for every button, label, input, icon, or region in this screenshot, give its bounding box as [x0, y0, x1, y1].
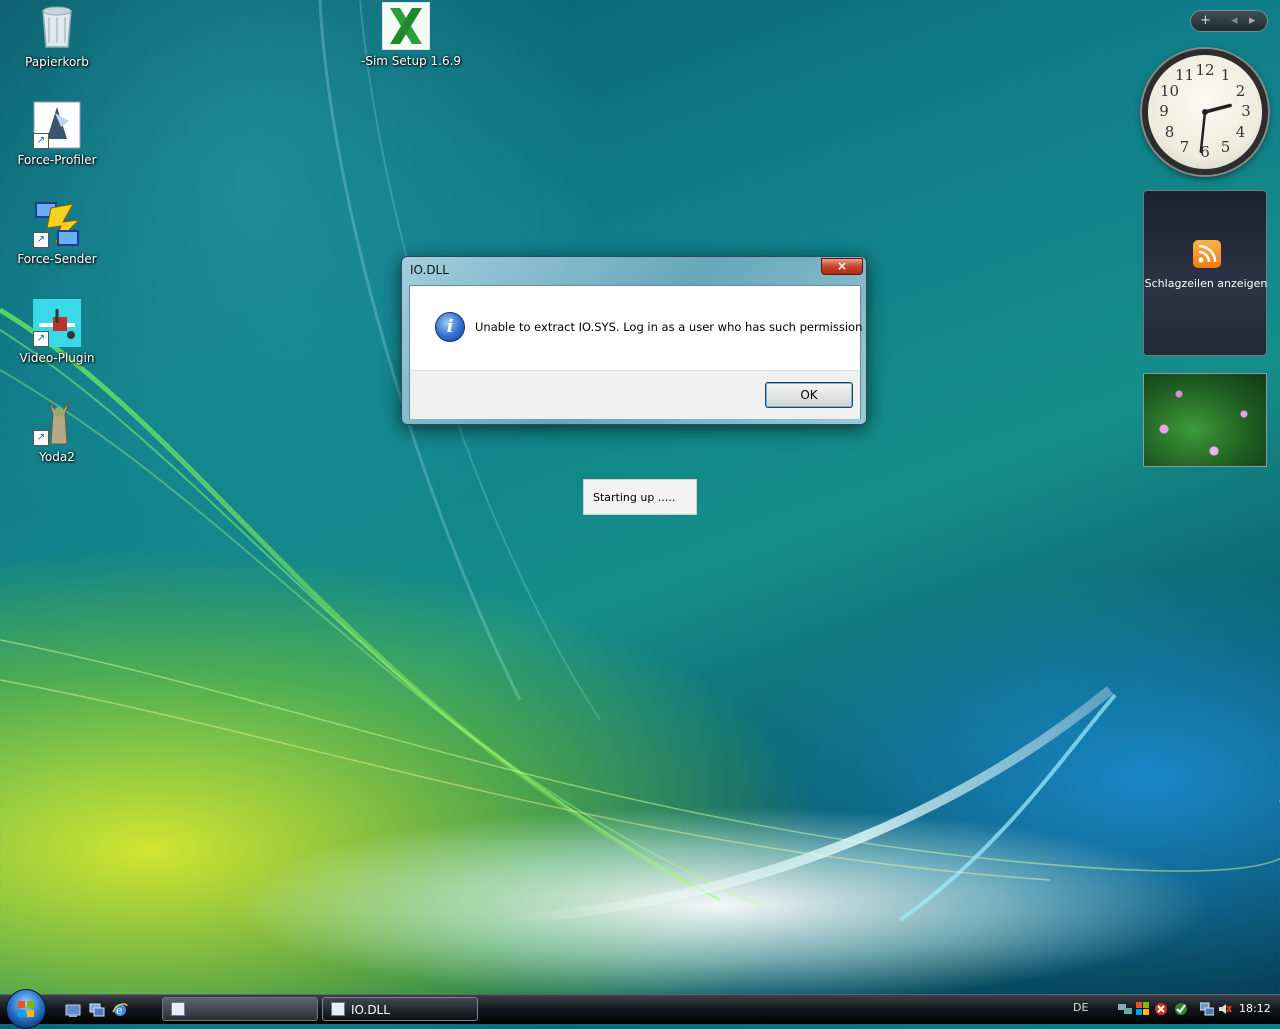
sim-setup-icon: [381, 1, 431, 51]
clock-gadget[interactable]: 12 1 2 3 4 5 6 7 8 9 10 11: [1142, 49, 1268, 175]
add-gadget-button[interactable]: +: [1200, 13, 1211, 28]
internet-explorer-icon[interactable]: e: [112, 1002, 128, 1018]
volume-muted-icon[interactable]: [1218, 1002, 1232, 1016]
desktop-icon-yoda[interactable]: ↗ Yoda2: [12, 398, 102, 464]
gadget-toolbar: + ◂ ▸: [1190, 10, 1268, 32]
windows-flag-tray-icon[interactable]: [1136, 1002, 1150, 1016]
network-sharing-icon[interactable]: [1118, 1002, 1132, 1016]
app-window-icon: [171, 1002, 185, 1016]
dialog-message: Unable to extract IO.SYS. Log in as a us…: [475, 320, 863, 334]
show-desktop-icon[interactable]: [65, 1002, 81, 1018]
taskbar-button-io-dll[interactable]: IO.DLL: [322, 997, 478, 1021]
error-dialog: IO.DLL × i Unable to extract IO.SYS. Log…: [401, 256, 867, 425]
taskbar-button-label: IO.DLL: [351, 1003, 390, 1017]
start-button[interactable]: [6, 989, 46, 1029]
shortcut-arrow-icon: ↗: [33, 430, 49, 446]
desktop-icon-label: Yoda2: [39, 450, 75, 464]
force-sender-icon: ↗: [33, 200, 81, 248]
desktop-icon-label: Video-Plugin: [19, 351, 95, 365]
feed-headlines-gadget[interactable]: Schlagzeilen anzeigen: [1143, 190, 1267, 356]
network-icon[interactable]: [1199, 1002, 1215, 1016]
taskbar-clock[interactable]: 18:12: [1239, 1002, 1271, 1015]
previous-gadget-button[interactable]: ◂: [1231, 13, 1238, 28]
switch-windows-icon[interactable]: [89, 1002, 105, 1018]
video-plugin-icon: ↗: [33, 299, 81, 347]
desktop-icon-video-plugin[interactable]: ↗ Video-Plugin: [12, 299, 102, 365]
rss-icon: [1193, 240, 1221, 268]
desktop-icon-label: Force-Profiler: [17, 153, 97, 167]
desktop-icon-sim-setup[interactable]: -Sim Setup 1.6.9: [361, 1, 462, 68]
shortcut-arrow-icon: ↗: [33, 133, 49, 149]
desktop-icon-label: Papierkorb: [25, 55, 89, 69]
close-button[interactable]: ×: [821, 258, 863, 275]
next-gadget-button[interactable]: ▸: [1249, 13, 1256, 28]
dialog-footer: OK: [410, 370, 860, 419]
startup-text: Starting up .....: [593, 491, 676, 504]
startup-splash: Starting up .....: [583, 479, 697, 515]
desktop-icon-force-profiler[interactable]: ↗ Force-Profiler: [12, 101, 102, 167]
recycle-bin-icon: [33, 3, 81, 51]
desktop-icon-label: -Sim Setup 1.6.9: [361, 54, 462, 68]
antivirus-check-icon[interactable]: [1174, 1002, 1188, 1016]
desktop-icon-force-sender[interactable]: ↗ Force-Sender: [12, 200, 102, 266]
force-profiler-icon: ↗: [33, 101, 81, 149]
desktop-icon-recycle-bin[interactable]: Papierkorb: [12, 3, 102, 69]
app-window-icon: [331, 1002, 345, 1016]
shortcut-arrow-icon: ↗: [33, 331, 49, 347]
desktop-icon-label: Force-Sender: [17, 252, 97, 266]
dialog-content: i Unable to extract IO.SYS. Log in as a …: [409, 285, 863, 419]
yoda-icon: ↗: [33, 398, 81, 446]
info-icon: i: [435, 312, 465, 342]
ok-button[interactable]: OK: [765, 382, 853, 408]
taskbar-button-app[interactable]: [162, 997, 318, 1021]
windows-logo-icon: [18, 1001, 34, 1017]
language-indicator[interactable]: DE: [1073, 1001, 1088, 1014]
shortcut-arrow-icon: ↗: [33, 232, 49, 248]
dialog-title: IO.DLL: [410, 263, 449, 277]
taskbar: e IO.DLL DE 18:12: [0, 989, 1280, 1029]
close-icon: ×: [836, 259, 848, 273]
slideshow-gadget[interactable]: [1143, 373, 1267, 467]
security-alert-icon[interactable]: [1154, 1002, 1168, 1016]
feed-headlines-label: Schlagzeilen anzeigen: [1144, 277, 1268, 290]
clock-hands: [1199, 103, 1232, 154]
